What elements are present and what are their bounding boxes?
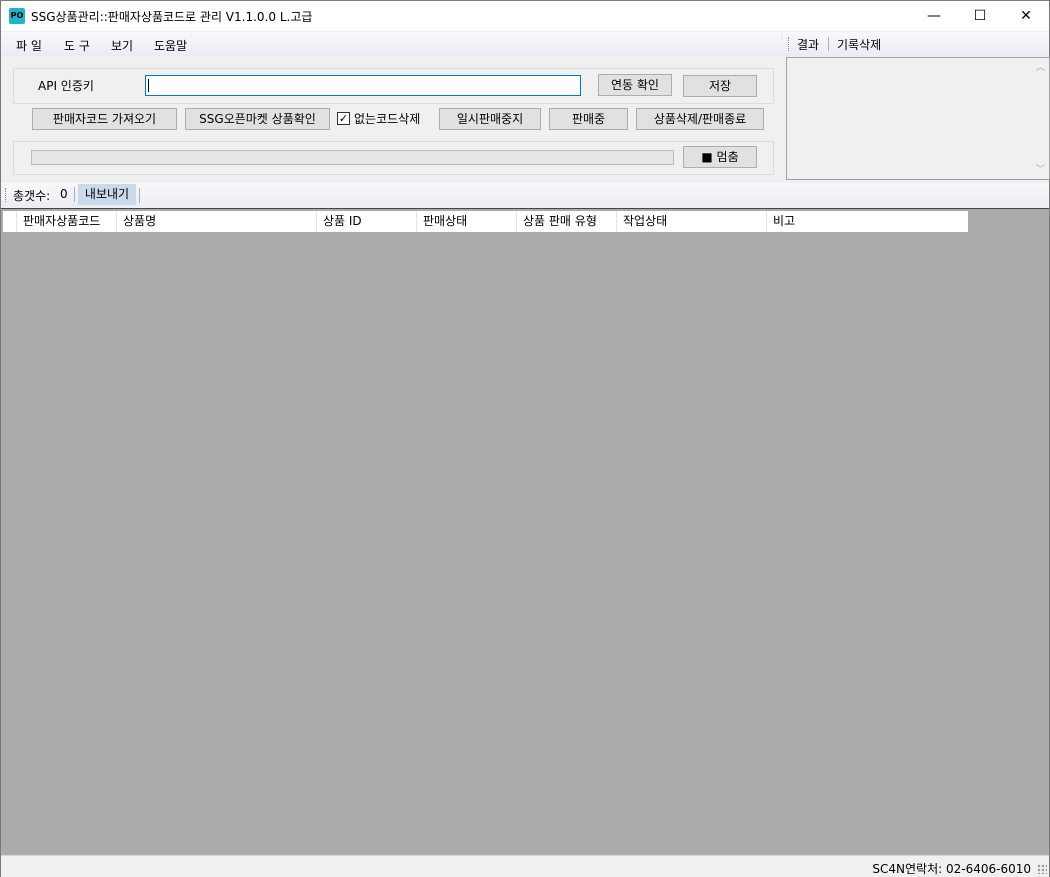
api-key-label: API 인증키 — [38, 79, 94, 93]
resize-grip-icon[interactable] — [1037, 864, 1047, 874]
scroll-down-icon[interactable]: ﹀ — [1036, 162, 1045, 175]
column-job-status[interactable]: 작업상태 — [617, 211, 767, 232]
grid-header: 판매자상품코드 상품명 상품 ID 판매상태 상품 판매 유형 작업상태 비고 — [3, 211, 968, 232]
app-icon: PO — [9, 8, 25, 24]
close-button[interactable]: ✕ — [1003, 1, 1049, 31]
text-caret — [148, 79, 149, 92]
toolbar-separator — [74, 187, 75, 202]
toolbar-grip-icon[interactable] — [788, 37, 791, 51]
delete-missing-label: 없는코드삭제 — [354, 112, 421, 126]
menu-tools[interactable]: 도 구 — [64, 37, 90, 54]
save-button[interactable]: 저장 — [683, 75, 757, 97]
export-button[interactable]: 내보내기 — [78, 184, 136, 205]
menu-bar: 파 일 도 구 보기 도움말 — [1, 32, 781, 56]
toolbar-separator — [139, 188, 140, 203]
delete-missing-checkbox[interactable]: ✓ — [337, 112, 350, 125]
total-count-label: 총갯수: — [13, 189, 51, 203]
api-key-input[interactable] — [145, 75, 581, 96]
toolbar-grip-icon[interactable] — [5, 188, 8, 202]
window-title: SSG상품관리::판매자상품코드로 관리 V1.1.0.0 L.고급 — [31, 10, 313, 24]
clear-log-button[interactable]: 기록삭제 — [837, 36, 881, 53]
result-log-box[interactable]: ︿ ﹀ — [786, 57, 1050, 180]
column-product-name[interactable]: 상품명 — [117, 211, 317, 232]
delete-end-sale-button[interactable]: 상품삭제/판매종료 — [636, 108, 764, 130]
total-count-value: 0 — [60, 187, 68, 201]
toolbar-separator — [828, 37, 829, 51]
log-scrollbar[interactable]: ︿ ﹀ — [1033, 58, 1049, 179]
result-toolbar: 결과 기록삭제 — [783, 32, 1049, 56]
column-product-id[interactable]: 상품 ID — [317, 211, 417, 232]
main-window: PO SSG상품관리::판매자상품코드로 관리 V1.1.0.0 L.고급 — … — [0, 0, 1050, 877]
title-bar[interactable]: PO SSG상품관리::판매자상품코드로 관리 V1.1.0.0 L.고급 — … — [1, 1, 1049, 31]
product-grid[interactable]: 판매자상품코드 상품명 상품 ID 판매상태 상품 판매 유형 작업상태 비고 — [1, 208, 1049, 855]
pause-sale-button[interactable]: 일시판매중지 — [439, 108, 541, 130]
contact-info: SC4N연락처: 02-6406-6010 — [872, 862, 1031, 876]
connection-check-button[interactable]: 연동 확인 — [598, 74, 672, 96]
column-sale-status[interactable]: 판매상태 — [417, 211, 517, 232]
on-sale-button[interactable]: 판매중 — [549, 108, 628, 130]
menu-help[interactable]: 도움말 — [154, 37, 187, 54]
minimize-button[interactable]: — — [911, 1, 957, 31]
column-note[interactable]: 비고 — [767, 211, 968, 232]
fetch-seller-code-button[interactable]: 판매자코드 가져오기 — [32, 108, 177, 130]
scroll-up-icon[interactable]: ︿ — [1036, 60, 1045, 73]
ssg-product-check-button[interactable]: SSG오픈마켓 상품확인 — [185, 108, 330, 130]
stop-button[interactable]: ■ 멈춤 — [683, 146, 757, 168]
menu-view[interactable]: 보기 — [111, 37, 133, 54]
row-header-corner[interactable] — [3, 211, 17, 232]
count-toolbar: 총갯수: 0 내보내기 — [1, 183, 1049, 207]
column-seller-code[interactable]: 판매자상품코드 — [17, 211, 117, 232]
result-tab[interactable]: 결과 — [797, 36, 819, 53]
status-bar: SC4N연락처: 02-6406-6010 — [1, 855, 1049, 877]
menu-file[interactable]: 파 일 — [16, 37, 42, 54]
progress-bar — [31, 150, 674, 165]
column-sale-type[interactable]: 상품 판매 유형 — [517, 211, 617, 232]
maximize-button[interactable]: ☐ — [957, 1, 1003, 31]
